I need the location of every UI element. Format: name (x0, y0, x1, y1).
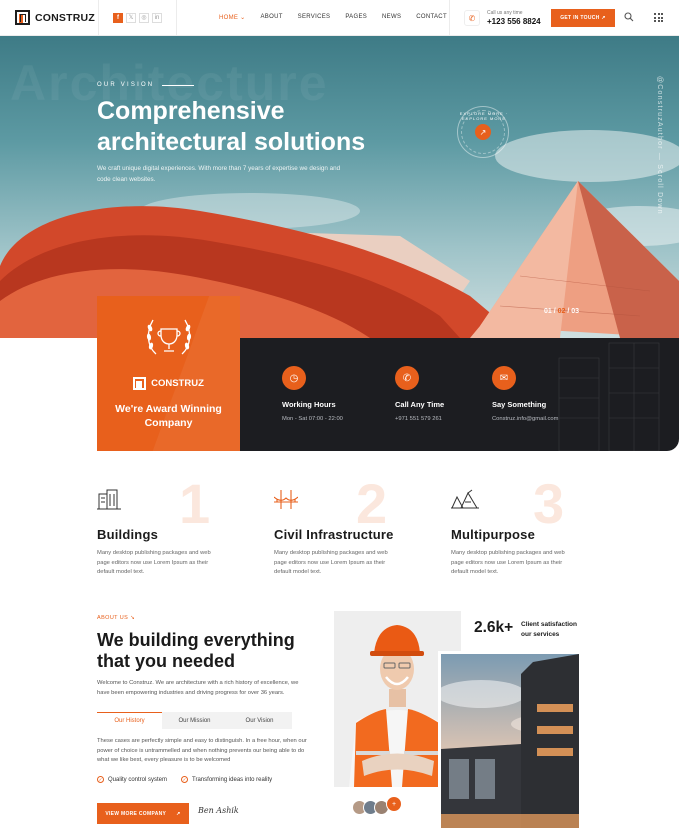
clock-icon: ◷ (282, 366, 306, 390)
slider-counter[interactable]: 01 / 02 / 03 (544, 308, 579, 315)
feature-text[interactable]: +971 551 579 261 (395, 416, 444, 422)
feature-text: Mon - Sat 07:00 - 22:00 (282, 416, 343, 422)
building-photo (438, 651, 582, 831)
features-band: ◷ Working Hours Mon - Sat 07:00 - 22:00 … (240, 338, 679, 451)
bridge-icon (273, 490, 299, 509)
nav-home[interactable]: HOME ⌄ (219, 14, 246, 21)
service-number: 1 (179, 472, 211, 535)
get-in-touch-button[interactable]: GET IN TOUCH ↗ (551, 9, 615, 27)
call-number[interactable]: +123 556 8824 (487, 17, 541, 26)
about-eyebrow: ABOUT US ↘ (97, 615, 136, 621)
explore-more-button[interactable]: EXPLORE MORE · EXPLORE MORE ↗ (457, 106, 509, 158)
mail-icon: ✉ (492, 366, 516, 390)
main-nav: HOME ⌄ ABOUT SERVICES PAGES NEWS CONTACT (219, 14, 447, 21)
check-circle-icon: ✓ (97, 776, 104, 783)
service-civil-infrastructure[interactable]: 2 Civil Infrastructure Many desktop publ… (273, 476, 434, 578)
client-avatars: + (352, 796, 402, 815)
feature-title: Say Something (492, 400, 547, 409)
scroll-down-text[interactable]: @ConstruzAuthor — Scroll Down (656, 76, 663, 215)
hero-eyebrow: OUR VISION (97, 82, 194, 88)
hero-section: Architecture OUR VISION Comprehensive ar… (0, 36, 679, 338)
service-number: 2 (356, 472, 388, 535)
nav-contact[interactable]: CONTACT (416, 14, 447, 21)
feature-say-something: ✉ Say Something Construz.info@gmail.com (492, 366, 558, 422)
brand-logo[interactable]: CONSTRUZ (0, 0, 98, 36)
phone-icon: ✆ (464, 10, 480, 26)
plus-icon[interactable]: + (386, 796, 402, 812)
nav-about[interactable]: ABOUT (261, 14, 283, 21)
service-text: Many desktop publishing packages and web… (451, 550, 565, 576)
feature-title: Working Hours (282, 400, 336, 409)
service-title: Civil Infrastructure (274, 527, 394, 542)
stat-number: 2.6k+ (474, 619, 514, 636)
about-tabs: Our History Our Mission Our Vision (97, 712, 292, 729)
service-text: Many desktop publishing packages and web… (97, 550, 211, 576)
search-icon[interactable] (624, 12, 636, 24)
award-brand-name: CONSTRUZ (151, 378, 204, 389)
service-buildings[interactable]: 1 Buildings Many desktop publishing pack… (97, 476, 257, 578)
explore-label: EXPLORE MORE · EXPLORE MORE (459, 111, 509, 121)
check-list: ✓ Quality control system ✓ Transforming … (97, 776, 272, 783)
menu-grid-icon[interactable] (654, 13, 663, 22)
service-text: Many desktop publishing packages and web… (274, 550, 388, 576)
tab-our-mission[interactable]: Our Mission (162, 712, 227, 729)
service-number: 3 (533, 472, 565, 535)
stat-label: Client satisfaction our services (521, 621, 577, 638)
phone-icon: ✆ (395, 366, 419, 390)
check-item: ✓ Transforming ideas into reality (181, 776, 273, 783)
hero-description: We craft unique digital experiences. Wit… (97, 165, 341, 183)
award-title: We're Award Winning Company (115, 403, 222, 429)
award-logo: CONSTRUZ (97, 377, 240, 390)
tab-our-vision[interactable]: Our Vision (227, 712, 292, 729)
view-more-company-button[interactable]: VIEW MORE COMPANY ↗ (97, 803, 189, 824)
feature-title: Call Any Time (395, 400, 445, 409)
logo-mark-icon (15, 10, 30, 25)
logo-mark-icon (133, 377, 147, 390)
social-links: f 𝕏 ◎ in (98, 0, 177, 36)
feature-working-hours: ◷ Working Hours Mon - Sat 07:00 - 22:00 (282, 366, 343, 422)
service-title: Buildings (97, 527, 159, 542)
instagram-icon[interactable]: ◎ (139, 12, 149, 23)
brand-name: CONSTRUZ (35, 11, 95, 24)
about-description: Welcome to Construz. We are architecture… (97, 680, 299, 696)
tab-our-history[interactable]: Our History (97, 712, 162, 729)
nav-news[interactable]: NEWS (382, 14, 401, 21)
nav-services[interactable]: SERVICES (298, 14, 331, 21)
about-title: We building everything that you needed (97, 630, 295, 671)
feature-text[interactable]: Construz.info@gmail.com (492, 416, 558, 422)
arrow-up-right-icon: ↗ (176, 810, 181, 817)
linkedin-icon[interactable]: in (152, 12, 162, 23)
service-title: Multipurpose (451, 527, 536, 542)
award-card: CONSTRUZ We're Award Winning Company (97, 296, 240, 451)
building-sketch-decoration (558, 342, 660, 451)
service-multipurpose[interactable]: 3 Multipurpose Many desktop publishing p… (451, 476, 611, 578)
hero-title: Comprehensive architectural solutions (97, 97, 366, 156)
feature-call: ✆ Call Any Time +971 551 579 261 (395, 366, 444, 422)
tab-content: These cases are perfectly simple and eas… (97, 738, 307, 764)
x-twitter-icon[interactable]: 𝕏 (126, 12, 136, 23)
check-circle-icon: ✓ (181, 776, 189, 783)
nav-pages[interactable]: PAGES (345, 14, 367, 21)
header-call[interactable]: ✆ Call us any time +123 556 8824 (449, 0, 541, 36)
facebook-icon[interactable]: f (113, 12, 123, 23)
site-header: CONSTRUZ f 𝕏 ◎ in HOME ⌄ ABOUT SERVICES … (0, 0, 679, 36)
laurel-trophy-icon (146, 319, 192, 355)
check-item: ✓ Quality control system (97, 776, 168, 783)
buildings-icon (97, 489, 121, 510)
call-label: Call us any time (487, 10, 523, 16)
multipurpose-building-icon (451, 489, 479, 509)
signature: Ben Ashik (198, 806, 239, 815)
